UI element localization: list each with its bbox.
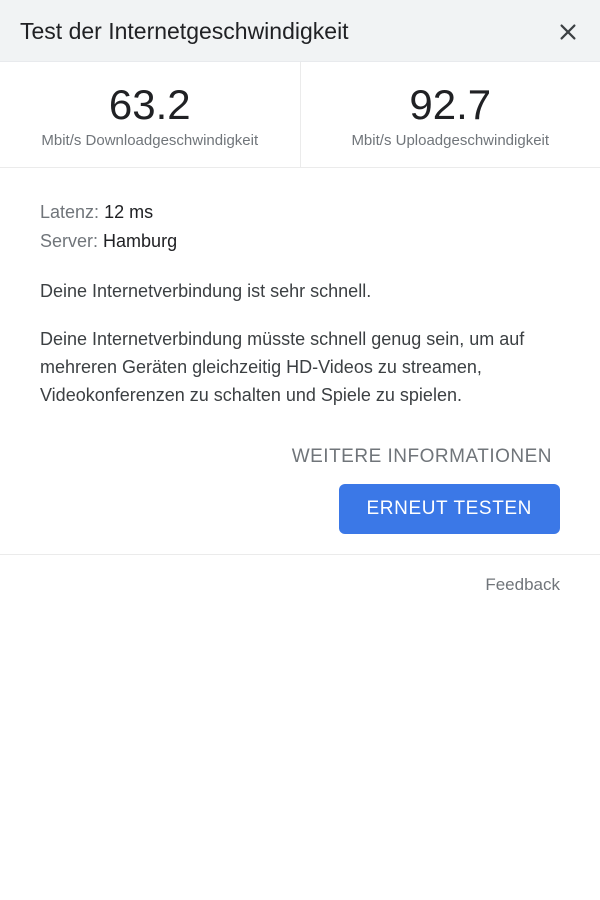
latency-key: Latenz: <box>40 202 99 222</box>
more-info-button[interactable]: WEITERE INFORMATIONEN <box>284 442 560 472</box>
download-speed-label: Mbit/s Downloadgeschwindigkeit <box>10 132 290 149</box>
download-speed-value: 63.2 <box>10 82 290 128</box>
latency-value: 12 ms <box>104 202 153 222</box>
upload-speed-label: Mbit/s Uploadgeschwindigkeit <box>311 132 591 149</box>
description-text: Deine Internetverbindung müsste schnell … <box>40 326 560 410</box>
feedback-link[interactable]: Feedback <box>485 575 560 595</box>
upload-speed-value: 92.7 <box>311 82 591 128</box>
latency-line: Latenz: 12 ms <box>40 198 560 227</box>
download-speed-panel: 63.2 Mbit/s Downloadgeschwindigkeit <box>0 62 301 167</box>
server-key: Server: <box>40 231 98 251</box>
upload-speed-panel: 92.7 Mbit/s Uploadgeschwindigkeit <box>301 62 600 167</box>
summary-text: Deine Internetverbindung ist sehr schnel… <box>40 278 560 304</box>
close-icon[interactable] <box>556 20 580 44</box>
dialog-title: Test der Internetgeschwindigkeit <box>20 18 349 45</box>
server-line: Server: Hamburg <box>40 227 560 256</box>
retest-button[interactable]: ERNEUT TESTEN <box>339 484 560 534</box>
server-value: Hamburg <box>103 231 177 251</box>
